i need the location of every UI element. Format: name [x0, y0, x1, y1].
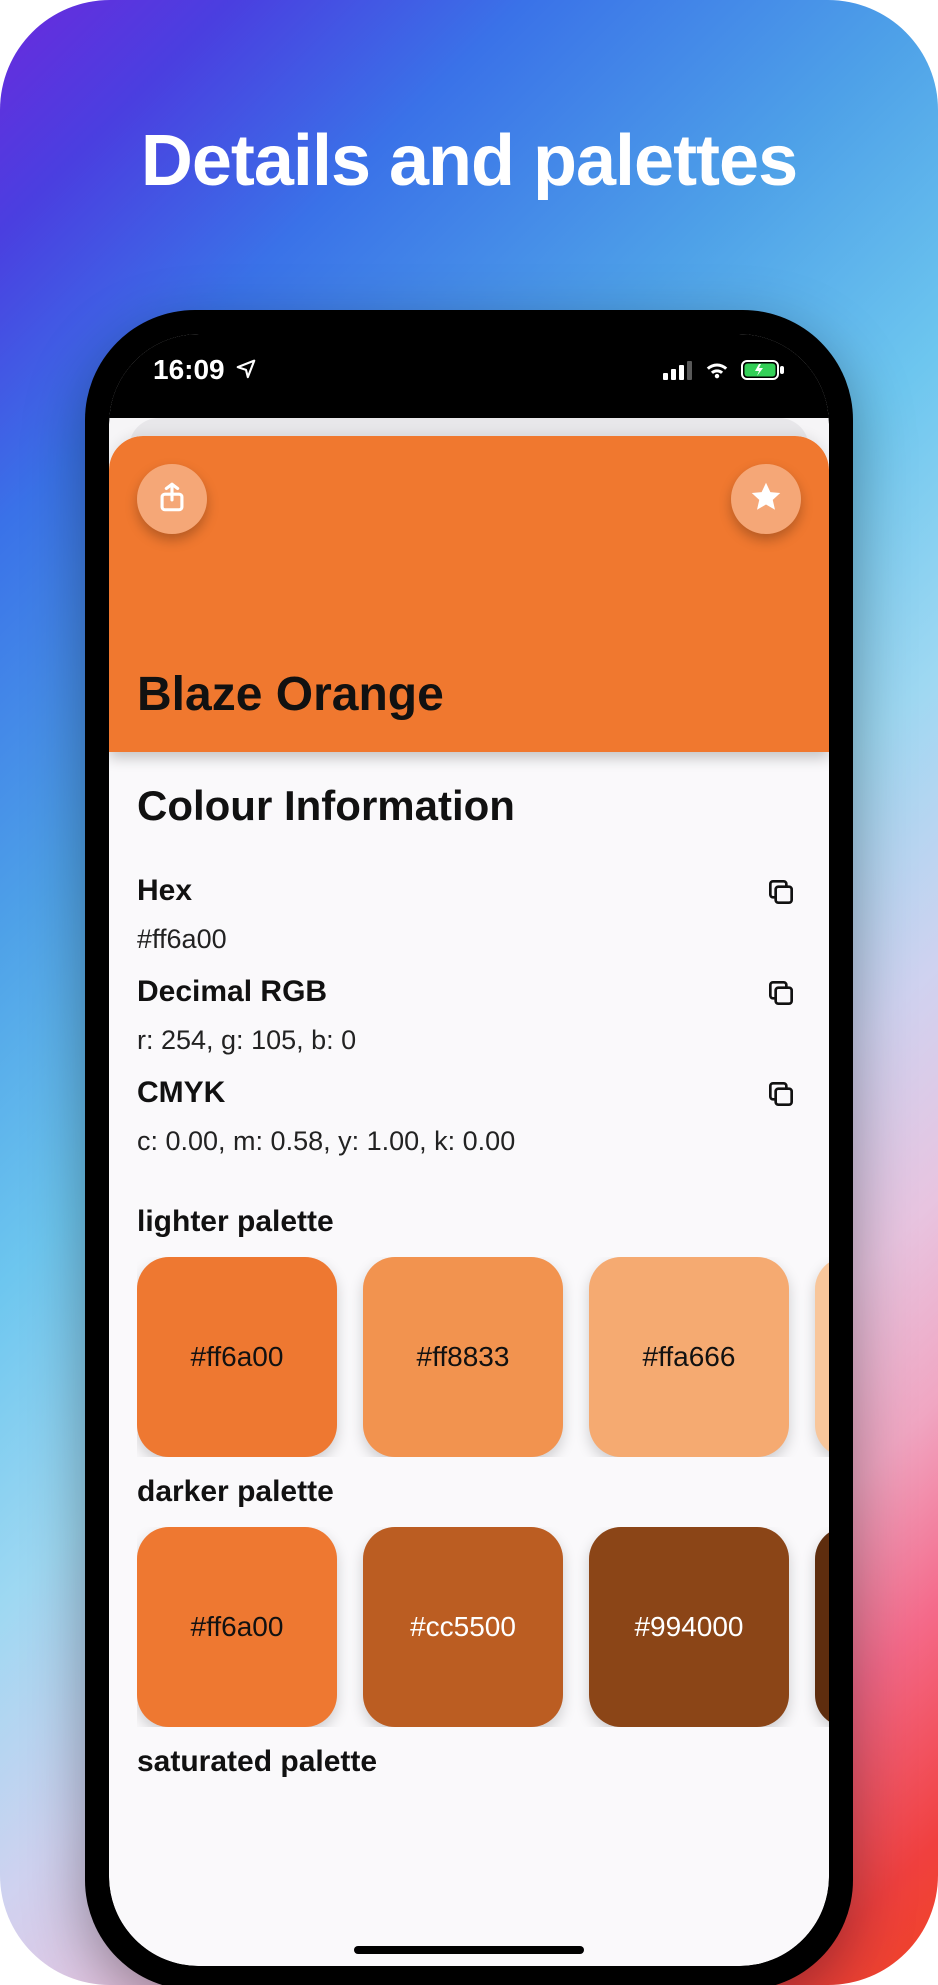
palette-label: lighter palette — [137, 1205, 829, 1239]
color-swatch[interactable]: # — [815, 1257, 829, 1457]
info-row-cmyk: CMYK — [137, 1076, 801, 1116]
swatch-hex: #ff8833 — [417, 1341, 510, 1373]
color-info-section: Colour Information Hex #ff6a00 — [109, 752, 829, 1187]
notch — [309, 334, 629, 398]
palette-section: lighter palette #ff6a00 #ff8833 #ffa666 # — [109, 1187, 829, 1457]
swatch-hex: #ff6a00 — [191, 1341, 284, 1373]
info-row-hex: Hex — [137, 874, 801, 914]
color-swatch[interactable]: #ffa666 — [589, 1257, 789, 1457]
info-label: Decimal RGB — [137, 975, 327, 1009]
star-icon — [748, 479, 784, 520]
info-row-rgb: Decimal RGB — [137, 975, 801, 1015]
palette-label: saturated palette — [137, 1745, 829, 1779]
cellular-icon — [663, 360, 693, 380]
swatch-hex: #994000 — [634, 1611, 743, 1643]
wifi-icon — [703, 360, 731, 380]
content-area: Blaze Orange Colour Information Hex — [109, 418, 829, 1966]
palette-section: darker palette #ff6a00 #cc5500 #994000 # — [109, 1457, 829, 1727]
color-swatch[interactable]: # — [815, 1527, 829, 1727]
modal-sheet: Blaze Orange Colour Information Hex — [109, 436, 829, 1966]
palette-label: darker palette — [137, 1475, 829, 1509]
color-header: Blaze Orange — [109, 436, 829, 752]
info-label: CMYK — [137, 1076, 225, 1110]
copy-icon — [765, 876, 797, 913]
palette-row[interactable]: #ff6a00 #ff8833 #ffa666 # — [137, 1257, 829, 1457]
promo-card: Details and palettes 16:09 — [0, 0, 938, 1985]
info-label: Hex — [137, 874, 192, 908]
phone-screen: 16:09 — [109, 334, 829, 1966]
favorite-button[interactable] — [731, 464, 801, 534]
copy-icon — [765, 977, 797, 1014]
color-swatch[interactable]: #ff6a00 — [137, 1527, 337, 1727]
color-swatch[interactable]: #ff6a00 — [137, 1257, 337, 1457]
share-icon — [155, 480, 189, 519]
location-icon — [235, 354, 257, 386]
copy-icon — [765, 1078, 797, 1115]
info-value-hex: #ff6a00 — [137, 924, 801, 955]
palette-row[interactable]: #ff6a00 #cc5500 #994000 # — [137, 1527, 829, 1727]
color-name: Blaze Orange — [137, 667, 801, 728]
color-swatch[interactable]: #cc5500 — [363, 1527, 563, 1727]
promo-headline: Details and palettes — [0, 120, 938, 202]
info-section-title: Colour Information — [137, 782, 801, 830]
color-swatch[interactable]: #ff8833 — [363, 1257, 563, 1457]
battery-icon — [741, 359, 785, 381]
swatch-hex: #ff6a00 — [191, 1611, 284, 1643]
swatch-hex: #ffa666 — [643, 1341, 736, 1373]
share-button[interactable] — [137, 464, 207, 534]
swatch-hex: #cc5500 — [410, 1611, 516, 1643]
status-left: 16:09 — [153, 354, 257, 386]
status-right — [663, 359, 785, 381]
info-value-rgb: r: 254, g: 105, b: 0 — [137, 1025, 801, 1056]
copy-hex-button[interactable] — [761, 874, 801, 914]
status-time: 16:09 — [153, 354, 225, 386]
info-value-cmyk: c: 0.00, m: 0.58, y: 1.00, k: 0.00 — [137, 1126, 801, 1157]
copy-cmyk-button[interactable] — [761, 1076, 801, 1116]
color-swatch[interactable]: #994000 — [589, 1527, 789, 1727]
palette-section: saturated palette — [109, 1727, 829, 1797]
phone-frame: 16:09 — [85, 310, 853, 1985]
copy-rgb-button[interactable] — [761, 975, 801, 1015]
home-indicator[interactable] — [354, 1946, 584, 1954]
phone-inner: 16:09 — [109, 334, 829, 1966]
